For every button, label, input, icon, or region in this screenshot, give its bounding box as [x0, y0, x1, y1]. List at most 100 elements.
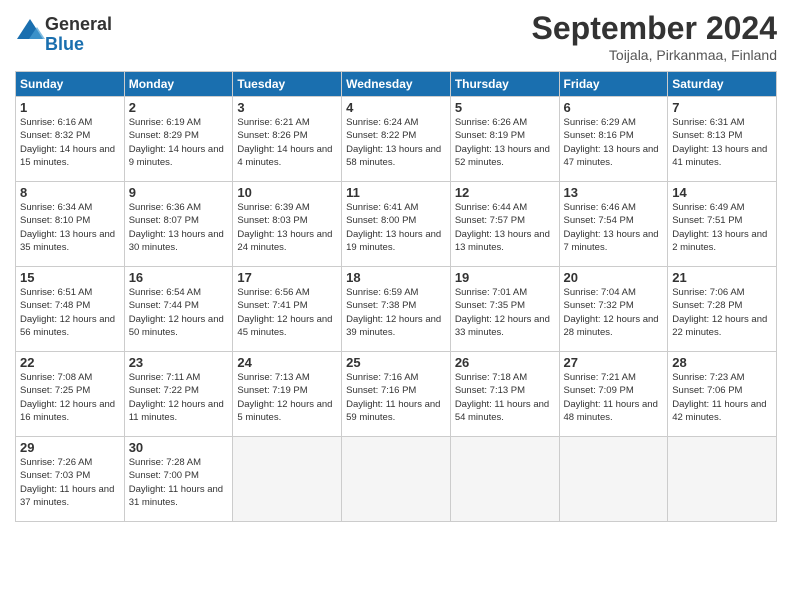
day-info: Sunrise: 7:21 AM Sunset: 7:09 PM Dayligh…	[564, 371, 664, 424]
day-number: 16	[129, 270, 229, 285]
daylight-label: Daylight: 13 hours and 24 minutes.	[237, 229, 332, 253]
calendar-cell: 29 Sunrise: 7:26 AM Sunset: 7:03 PM Dayl…	[16, 437, 125, 522]
calendar-cell: 23 Sunrise: 7:11 AM Sunset: 7:22 PM Dayl…	[124, 352, 233, 437]
sunrise-label: Sunrise: 6:49 AM	[672, 202, 744, 213]
week-row-1: 1 Sunrise: 6:16 AM Sunset: 8:32 PM Dayli…	[16, 97, 777, 182]
sunset-label: Sunset: 7:03 PM	[20, 470, 90, 481]
day-number: 9	[129, 185, 229, 200]
day-number: 19	[455, 270, 555, 285]
sunset-label: Sunset: 7:19 PM	[237, 385, 307, 396]
calendar-cell: 2 Sunrise: 6:19 AM Sunset: 8:29 PM Dayli…	[124, 97, 233, 182]
sunrise-label: Sunrise: 7:16 AM	[346, 372, 418, 383]
col-wednesday: Wednesday	[342, 72, 451, 97]
daylight-label: Daylight: 13 hours and 7 minutes.	[564, 229, 659, 253]
page-container: General Blue September 2024 Toijala, Pir…	[0, 0, 792, 532]
sunset-label: Sunset: 8:00 PM	[346, 215, 416, 226]
day-info: Sunrise: 6:29 AM Sunset: 8:16 PM Dayligh…	[564, 116, 664, 169]
sunset-label: Sunset: 8:19 PM	[455, 130, 525, 141]
sunrise-label: Sunrise: 7:01 AM	[455, 287, 527, 298]
day-info: Sunrise: 6:31 AM Sunset: 8:13 PM Dayligh…	[672, 116, 772, 169]
sunrise-label: Sunrise: 7:18 AM	[455, 372, 527, 383]
col-saturday: Saturday	[668, 72, 777, 97]
calendar-cell: 13 Sunrise: 6:46 AM Sunset: 7:54 PM Dayl…	[559, 182, 668, 267]
day-number: 1	[20, 100, 120, 115]
day-number: 25	[346, 355, 446, 370]
sunset-label: Sunset: 7:32 PM	[564, 300, 634, 311]
sunrise-label: Sunrise: 6:41 AM	[346, 202, 418, 213]
day-info: Sunrise: 7:23 AM Sunset: 7:06 PM Dayligh…	[672, 371, 772, 424]
sunrise-label: Sunrise: 6:54 AM	[129, 287, 201, 298]
day-number: 13	[564, 185, 664, 200]
day-number: 6	[564, 100, 664, 115]
calendar-cell: 10 Sunrise: 6:39 AM Sunset: 8:03 PM Dayl…	[233, 182, 342, 267]
daylight-label: Daylight: 11 hours and 59 minutes.	[346, 399, 440, 423]
daylight-label: Daylight: 13 hours and 2 minutes.	[672, 229, 767, 253]
sunrise-label: Sunrise: 6:36 AM	[129, 202, 201, 213]
sunset-label: Sunset: 7:22 PM	[129, 385, 199, 396]
calendar-cell: 16 Sunrise: 6:54 AM Sunset: 7:44 PM Dayl…	[124, 267, 233, 352]
daylight-label: Daylight: 14 hours and 4 minutes.	[237, 144, 332, 168]
day-number: 5	[455, 100, 555, 115]
week-row-2: 8 Sunrise: 6:34 AM Sunset: 8:10 PM Dayli…	[16, 182, 777, 267]
sunrise-label: Sunrise: 7:21 AM	[564, 372, 636, 383]
daylight-label: Daylight: 12 hours and 56 minutes.	[20, 314, 115, 338]
col-monday: Monday	[124, 72, 233, 97]
week-row-3: 15 Sunrise: 6:51 AM Sunset: 7:48 PM Dayl…	[16, 267, 777, 352]
sunrise-label: Sunrise: 7:04 AM	[564, 287, 636, 298]
sunrise-label: Sunrise: 6:56 AM	[237, 287, 309, 298]
header: General Blue September 2024 Toijala, Pir…	[15, 10, 777, 63]
daylight-label: Daylight: 12 hours and 16 minutes.	[20, 399, 115, 423]
day-number: 7	[672, 100, 772, 115]
calendar-cell: 21 Sunrise: 7:06 AM Sunset: 7:28 PM Dayl…	[668, 267, 777, 352]
daylight-label: Daylight: 13 hours and 30 minutes.	[129, 229, 224, 253]
day-info: Sunrise: 7:06 AM Sunset: 7:28 PM Dayligh…	[672, 286, 772, 339]
day-number: 3	[237, 100, 337, 115]
day-info: Sunrise: 6:59 AM Sunset: 7:38 PM Dayligh…	[346, 286, 446, 339]
day-info: Sunrise: 6:19 AM Sunset: 8:29 PM Dayligh…	[129, 116, 229, 169]
sunrise-label: Sunrise: 6:34 AM	[20, 202, 92, 213]
week-row-5: 29 Sunrise: 7:26 AM Sunset: 7:03 PM Dayl…	[16, 437, 777, 522]
day-number: 21	[672, 270, 772, 285]
sunrise-label: Sunrise: 6:21 AM	[237, 117, 309, 128]
day-info: Sunrise: 6:56 AM Sunset: 7:41 PM Dayligh…	[237, 286, 337, 339]
sunset-label: Sunset: 7:44 PM	[129, 300, 199, 311]
calendar-cell: 1 Sunrise: 6:16 AM Sunset: 8:32 PM Dayli…	[16, 97, 125, 182]
day-number: 24	[237, 355, 337, 370]
day-number: 11	[346, 185, 446, 200]
sunrise-label: Sunrise: 6:29 AM	[564, 117, 636, 128]
header-row: Sunday Monday Tuesday Wednesday Thursday…	[16, 72, 777, 97]
day-info: Sunrise: 7:28 AM Sunset: 7:00 PM Dayligh…	[129, 456, 229, 509]
daylight-label: Daylight: 11 hours and 54 minutes.	[455, 399, 549, 423]
day-info: Sunrise: 7:11 AM Sunset: 7:22 PM Dayligh…	[129, 371, 229, 424]
day-info: Sunrise: 7:16 AM Sunset: 7:16 PM Dayligh…	[346, 371, 446, 424]
col-friday: Friday	[559, 72, 668, 97]
calendar-cell: 14 Sunrise: 6:49 AM Sunset: 7:51 PM Dayl…	[668, 182, 777, 267]
day-number: 28	[672, 355, 772, 370]
sunset-label: Sunset: 7:06 PM	[672, 385, 742, 396]
daylight-label: Daylight: 13 hours and 58 minutes.	[346, 144, 441, 168]
day-info: Sunrise: 6:44 AM Sunset: 7:57 PM Dayligh…	[455, 201, 555, 254]
day-info: Sunrise: 7:08 AM Sunset: 7:25 PM Dayligh…	[20, 371, 120, 424]
day-number: 22	[20, 355, 120, 370]
sunset-label: Sunset: 8:29 PM	[129, 130, 199, 141]
calendar-cell: 6 Sunrise: 6:29 AM Sunset: 8:16 PM Dayli…	[559, 97, 668, 182]
sunrise-label: Sunrise: 6:44 AM	[455, 202, 527, 213]
sunrise-label: Sunrise: 6:26 AM	[455, 117, 527, 128]
daylight-label: Daylight: 12 hours and 50 minutes.	[129, 314, 224, 338]
sunset-label: Sunset: 7:57 PM	[455, 215, 525, 226]
day-number: 15	[20, 270, 120, 285]
col-thursday: Thursday	[450, 72, 559, 97]
day-number: 20	[564, 270, 664, 285]
sunset-label: Sunset: 7:51 PM	[672, 215, 742, 226]
calendar-cell: 17 Sunrise: 6:56 AM Sunset: 7:41 PM Dayl…	[233, 267, 342, 352]
day-info: Sunrise: 6:34 AM Sunset: 8:10 PM Dayligh…	[20, 201, 120, 254]
calendar-cell: 22 Sunrise: 7:08 AM Sunset: 7:25 PM Dayl…	[16, 352, 125, 437]
day-info: Sunrise: 6:51 AM Sunset: 7:48 PM Dayligh…	[20, 286, 120, 339]
day-number: 18	[346, 270, 446, 285]
sunrise-label: Sunrise: 6:46 AM	[564, 202, 636, 213]
daylight-label: Daylight: 11 hours and 31 minutes.	[129, 484, 223, 508]
day-number: 26	[455, 355, 555, 370]
calendar-cell: 18 Sunrise: 6:59 AM Sunset: 7:38 PM Dayl…	[342, 267, 451, 352]
day-info: Sunrise: 7:13 AM Sunset: 7:19 PM Dayligh…	[237, 371, 337, 424]
daylight-label: Daylight: 13 hours and 35 minutes.	[20, 229, 115, 253]
